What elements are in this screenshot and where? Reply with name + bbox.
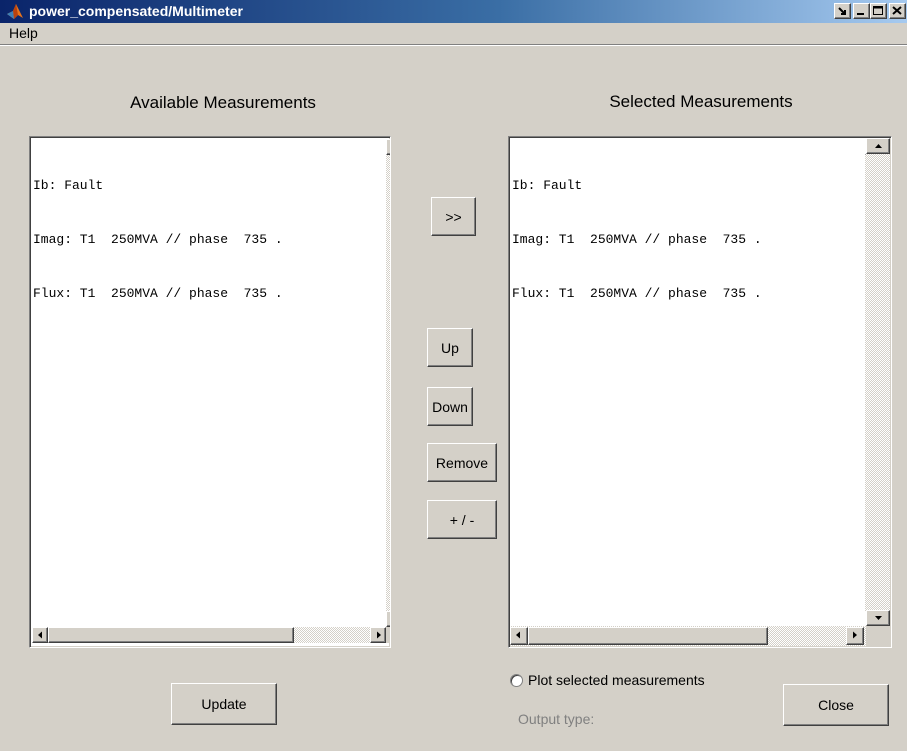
selected-scroll-down-button[interactable] [866, 610, 890, 626]
selected-scroll-up-button[interactable] [866, 138, 890, 154]
menu-help[interactable]: Help [9, 25, 38, 42]
update-button[interactable]: Update [171, 683, 277, 725]
scroll-corner [386, 627, 390, 643]
matlab-icon [6, 3, 24, 20]
selected-scroll-left-button[interactable] [510, 627, 528, 645]
available-measurements-list[interactable]: Ib: Fault Imag: T1 250MVA // phase 735 .… [29, 136, 391, 648]
scroll-down-button[interactable] [386, 611, 391, 627]
scroll-right-button[interactable] [370, 627, 386, 643]
sign-toggle-button[interactable]: + / - [427, 500, 497, 539]
arrow-right-icon [377, 631, 381, 639]
window-title: power_compensated/Multimeter [29, 3, 243, 19]
arrow-up-icon [875, 144, 882, 148]
list-item[interactable]: Flux: T1 250MVA // phase 735 . [512, 285, 762, 303]
menu-bar [0, 23, 907, 44]
scroll-corner [866, 626, 890, 646]
minimize-button[interactable] [853, 3, 870, 19]
plot-selected-radio[interactable] [510, 674, 523, 687]
arrow-left-icon [516, 631, 520, 639]
list-item[interactable]: Flux: T1 250MVA // phase 735 . [33, 285, 283, 303]
close-button[interactable]: Close [783, 684, 889, 726]
maximize-button[interactable] [870, 3, 887, 19]
scroll-up-button[interactable] [386, 139, 391, 155]
arrow-up-icon [390, 143, 391, 151]
vertical-scrollbar-track[interactable] [866, 138, 890, 626]
list-item[interactable]: Imag: T1 250MVA // phase 735 . [512, 231, 762, 249]
scroll-left-button[interactable] [32, 627, 48, 643]
move-up-button[interactable]: Up [427, 328, 473, 367]
maximize-icon [873, 6, 883, 15]
selected-measurements-list[interactable]: Ib: Fault Imag: T1 250MVA // phase 735 .… [508, 136, 892, 648]
available-measurements-header: Available Measurements [130, 93, 316, 112]
dock-button[interactable] [834, 3, 851, 19]
close-icon [892, 6, 902, 15]
arrow-right-icon [853, 631, 857, 639]
dock-arrow-icon [838, 7, 846, 15]
output-type-label: Output type: [518, 711, 595, 727]
list-item[interactable]: Ib: Fault [512, 177, 762, 195]
selected-horizontal-scroll-thumb[interactable] [528, 627, 768, 645]
list-item[interactable]: Ib: Fault [33, 177, 283, 195]
horizontal-scroll-thumb[interactable] [48, 627, 294, 643]
arrow-left-icon [38, 631, 42, 639]
move-down-button[interactable]: Down [427, 387, 473, 426]
remove-button[interactable]: Remove [427, 443, 497, 482]
minimize-icon [857, 13, 864, 15]
list-item[interactable]: Imag: T1 250MVA // phase 735 . [33, 231, 283, 249]
arrow-down-icon [875, 616, 882, 620]
arrow-down-icon [390, 615, 391, 623]
add-measurement-button[interactable]: >> [431, 197, 476, 236]
selected-measurements-header: Selected Measurements [609, 92, 793, 111]
selected-scroll-right-button[interactable] [846, 627, 864, 645]
close-window-button[interactable] [889, 3, 906, 19]
plot-selected-label: Plot selected measurements [528, 672, 705, 688]
vertical-scrollbar[interactable] [386, 139, 390, 627]
menu-separator [0, 44, 907, 46]
